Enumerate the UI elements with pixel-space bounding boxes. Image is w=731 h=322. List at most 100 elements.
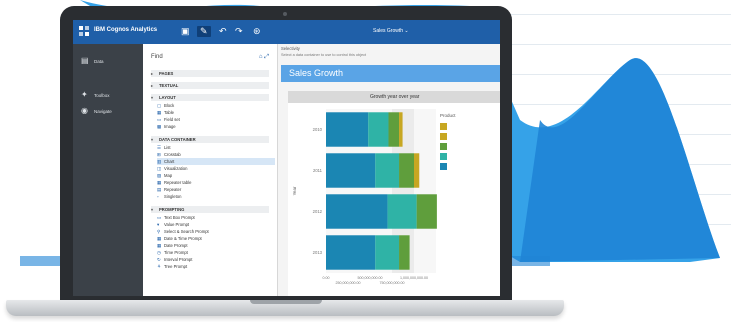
chevron-down-icon: ▾ — [151, 95, 154, 100]
x-tick-label: 750,000,000.00 — [380, 281, 405, 285]
y-tick-label: 2011 — [313, 168, 323, 173]
interval-icon: ↻ — [157, 257, 161, 262]
list-icon: ☰ — [157, 145, 162, 150]
clock-icon: ◷ — [157, 250, 161, 255]
left-nav: ▤ Data ✦ Toolbox ◉ Navigate — [73, 44, 143, 296]
toolbox-item-select-search-prompt[interactable]: ⚲ Select & Search Prompt — [157, 228, 275, 235]
chart-icon: ▥ — [157, 159, 162, 164]
date-time-icon: ▦ — [157, 236, 162, 241]
visualization-icon: ◫ — [157, 166, 162, 171]
chevron-down-icon: ⌄ — [404, 28, 409, 34]
toolbox-item-date-prompt[interactable]: ▦ Date Prompt — [157, 242, 275, 249]
toolbox-item-date-time-prompt[interactable]: ▦ Date & Time Prompt — [157, 235, 275, 242]
toolbox-item-time-prompt[interactable]: ◷ Time Prompt — [157, 249, 275, 256]
cognos-logo-icon — [79, 26, 89, 36]
chevron-right-icon: ▸ — [151, 71, 154, 76]
section-prompting[interactable]: ▾ PROMPTING — [151, 206, 269, 213]
x-tick-label: 250,000,000.00 — [336, 281, 361, 285]
toolbox-item-value-prompt[interactable]: ▾ Value Prompt — [157, 221, 275, 228]
map-icon: ▨ — [157, 173, 162, 178]
redo-icon[interactable]: ↷ — [235, 26, 243, 37]
chart-title-bar: Growth year over year — [288, 91, 500, 103]
laptop-notch — [250, 300, 322, 304]
text-box-prompt-icon: ▭ — [157, 215, 162, 220]
report-banner[interactable]: Sales Growth — [281, 65, 500, 82]
toolbox-item-list[interactable]: ☰ List — [157, 144, 275, 151]
legend-swatch — [440, 153, 447, 160]
toolbox-item-tree-prompt[interactable]: ⚘ Tree Prompt — [157, 263, 275, 270]
pen-icon[interactable]: ✎ — [197, 26, 211, 37]
bar-segment — [375, 235, 400, 270]
banner-title: Sales Growth — [289, 68, 344, 78]
repeater-table-icon: ▦ — [157, 180, 162, 185]
chevron-down-icon: ▾ — [151, 137, 154, 142]
nav-item-toolbox[interactable]: ✦ Toolbox — [81, 90, 110, 100]
toolbox-item-text-box-prompt[interactable]: ▭ Text Box Prompt — [157, 214, 275, 221]
bar-segment — [414, 153, 420, 188]
toolbox-item-image[interactable]: ▩ Image — [157, 123, 275, 130]
bar-segment — [399, 153, 414, 188]
toolbox-item-repeater[interactable]: ▤ Repeater — [157, 186, 275, 193]
section-layout[interactable]: ▾ LAYOUT — [151, 94, 269, 101]
bar-segment — [368, 112, 389, 147]
bar-segment — [387, 194, 417, 229]
toolbox-item-singleton[interactable]: ▫ Singleton — [157, 193, 275, 200]
chart-container[interactable]: Growth year over year Year 2010 2011 2012 20… — [288, 91, 500, 296]
toolbox-item-crosstab[interactable]: ⊞ Crosstab — [157, 151, 275, 158]
x-tick-label: 1,000,000,000.00 — [400, 276, 428, 280]
calendar-icon: ▦ — [157, 243, 162, 248]
legend-title: Product — [440, 113, 456, 118]
table-icon: ▦ — [157, 110, 162, 115]
nav-item-navigate[interactable]: ◉ Navigate — [81, 106, 112, 116]
toolbox-item-block[interactable]: ▢ Block — [157, 102, 275, 109]
legend-swatch — [440, 123, 447, 130]
chart-title: Growth year over year — [370, 94, 420, 100]
toolbox-item-map[interactable]: ▨ Map — [157, 172, 275, 179]
legend-swatch — [440, 163, 447, 170]
nav-item-label: Navigate — [94, 108, 112, 114]
y-tick-label: 2013 — [313, 250, 323, 255]
report-canvas: Selectivity Select a data container to u… — [278, 44, 500, 296]
bar-segment — [326, 194, 388, 229]
pin-icon[interactable]: ⌂ ⤢ — [259, 54, 269, 61]
bar-segment — [388, 112, 400, 147]
toolbox-item-repeater-table[interactable]: ▦ Repeater table — [157, 179, 275, 186]
navigate-icon: ◉ — [81, 106, 88, 115]
app-header: IBM Cognos Analytics ▣ ✎ ↶ ↷ ⊛ Sales Gro… — [73, 20, 500, 44]
image-icon: ▩ — [157, 124, 162, 129]
bar-segment — [399, 235, 410, 270]
undo-icon[interactable]: ↶ — [219, 26, 227, 37]
singleton-icon: ▫ — [157, 194, 159, 199]
app-brand: IBM Cognos Analytics — [94, 27, 158, 33]
stacked-bar-chart[interactable]: Year 2010 2011 2012 2013 0.00 250,000,000.0050… — [288, 103, 500, 296]
tree-icon: ⚘ — [157, 264, 162, 269]
bar-segment — [399, 112, 403, 147]
section-data-container[interactable]: ▾ DATA CONTAINER — [151, 136, 269, 143]
toolbox-panel: Find ⌂ ⤢ ▸ PAGES ▸ TEXTUAL ▾ LAYOUT ▢ Block … — [143, 44, 278, 296]
field-set-icon: ▭ — [157, 117, 162, 122]
more-icon[interactable]: ⊛ — [253, 26, 261, 37]
selectivity-label: Selectivity — [281, 46, 300, 51]
nav-item-label: Data — [94, 58, 104, 64]
toolbox-icon: ✦ — [81, 90, 88, 99]
legend-swatch — [440, 143, 447, 150]
data-icon: ▤ — [81, 56, 89, 65]
nav-item-data[interactable]: ▤ Data — [81, 56, 104, 66]
toolbox-item-interval-prompt[interactable]: ↻ Interval Prompt — [157, 256, 275, 263]
section-pages[interactable]: ▸ PAGES — [151, 70, 269, 77]
repeater-icon: ▤ — [157, 187, 162, 192]
toolbox-icon[interactable]: ▣ — [181, 26, 190, 37]
report-title-menu[interactable]: Sales Growth ⌄ — [373, 28, 409, 34]
camera — [283, 12, 287, 16]
toolbox-item-chart[interactable]: ▥ Chart — [157, 158, 275, 165]
toolbox-item-table[interactable]: ▦ Table — [157, 109, 275, 116]
find-label[interactable]: Find — [151, 54, 163, 60]
section-textual[interactable]: ▸ TEXTUAL — [151, 82, 269, 89]
bar-segment — [416, 194, 437, 229]
chevron-down-icon: ▾ — [151, 207, 154, 212]
bar-segment — [326, 112, 369, 147]
toolbox-item-field-set[interactable]: ▭ Field set — [157, 116, 275, 123]
x-tick-label: 0.00 — [323, 276, 330, 280]
toolbox-item-visualization[interactable]: ◫ Visualization — [157, 165, 275, 172]
y-tick-label: 2012 — [313, 209, 323, 214]
